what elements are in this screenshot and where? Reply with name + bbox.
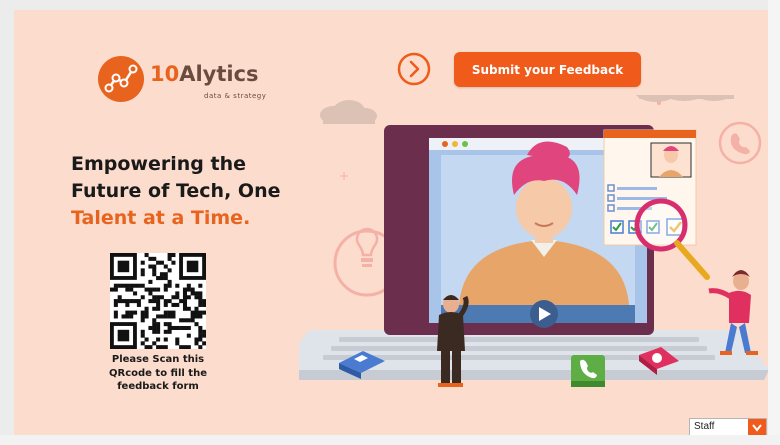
chevron-down-icon[interactable] [748, 419, 766, 435]
headline-line-2: Future of Tech, One [71, 180, 281, 202]
landing-panel: 10Alytics data & strategy Submit your Fe… [14, 10, 768, 435]
role-select-value: Staff [694, 421, 715, 432]
headline-line-1: Empowering the [71, 153, 246, 175]
submit-feedback-button[interactable]: Submit your Feedback [454, 52, 641, 87]
arrow-right-circle-icon[interactable] [397, 52, 431, 86]
headline-line-3: Talent at a Time. [71, 207, 251, 229]
phone-tile [571, 355, 605, 387]
role-select[interactable]: Staff [689, 418, 767, 435]
cloud-decoration [320, 95, 734, 124]
phone-icon [718, 121, 762, 165]
horizontal-scrollbar[interactable] [0, 435, 780, 445]
headline: Empowering the Future of Tech, One Talen… [71, 151, 280, 232]
brand-name-rest: Alytics [179, 62, 259, 86]
qr-caption: Please Scan this QRcode to fill the feed… [109, 354, 207, 392]
hero-illustration: + [299, 95, 768, 387]
vertical-scrollbar[interactable] [768, 0, 780, 445]
qr-code [110, 253, 207, 350]
brand-name-prefix: 10 [150, 62, 180, 86]
brand-name: 10Alytics [150, 62, 259, 86]
play-icon [530, 300, 558, 328]
brand-logo: 10Alytics data & strategy [98, 56, 268, 106]
logo-network-icon [98, 56, 144, 102]
brand-tagline: data & strategy [204, 92, 267, 100]
svg-text:+: + [339, 169, 349, 183]
